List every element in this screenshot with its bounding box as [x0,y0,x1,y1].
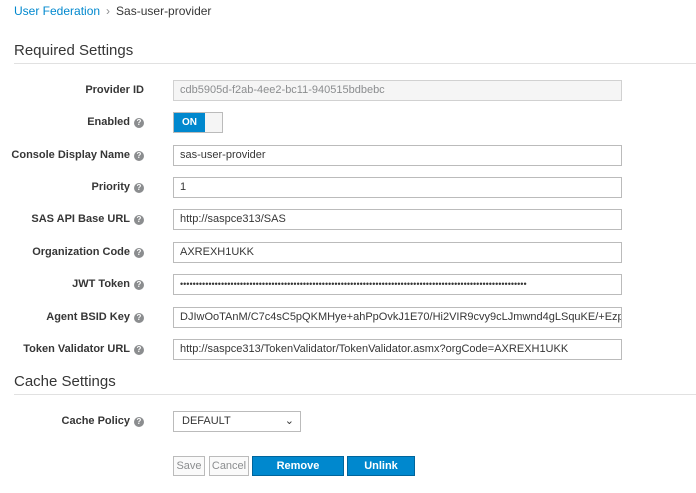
organization-code-input[interactable]: AXREXH1UKK [173,242,622,263]
priority-input[interactable]: 1 [173,177,622,198]
section-divider [14,394,696,395]
breadcrumb-separator: › [106,4,111,18]
help-icon[interactable]: ? [134,313,144,323]
row-token-validator-url: Token Validator URL? http://saspce313/To… [0,339,696,361]
row-agent-bsid-key: Agent BSID Key? DJIwOoTAnM/C7c4sC5pQKMHy… [0,307,696,329]
organization-code-label: Organization Code? [32,246,144,258]
action-buttons: Save Cancel Remove imported Unlink users [0,456,696,490]
jwt-token-label: JWT Token? [72,278,144,290]
remove-imported-button[interactable]: Remove imported [252,456,344,490]
cache-settings-title: Cache Settings [14,373,116,390]
token-validator-url-input[interactable]: http://saspce313/TokenValidator/TokenVal… [173,339,622,360]
token-validator-url-label: Token Validator URL? [23,343,144,355]
help-icon[interactable]: ? [134,280,144,290]
chevron-down-icon: ⌄ [284,415,294,427]
help-icon[interactable]: ? [134,345,144,355]
breadcrumb-user-federation-link[interactable]: User Federation [14,4,100,18]
row-console-display-name: Console Display Name? sas-user-provider [0,145,696,167]
enabled-toggle[interactable]: ON [173,112,223,133]
sas-api-base-url-label: SAS API Base URL? [31,213,144,225]
help-icon[interactable]: ? [134,215,144,225]
sas-api-base-url-input[interactable]: http://saspce313/SAS [173,209,622,230]
unlink-users-button[interactable]: Unlink users [347,456,415,490]
help-icon[interactable]: ? [134,118,144,128]
jwt-token-input[interactable]: ••••••••••••••••••••••••••••••••••••••••… [173,274,622,295]
row-provider-id: Provider ID cdb5905d-f2ab-4ee2-bc11-9405… [0,80,696,102]
help-icon[interactable]: ? [134,248,144,258]
console-display-name-label: Console Display Name? [11,149,144,161]
row-priority: Priority? 1 [0,177,696,199]
section-divider [14,63,696,64]
enabled-label: Enabled? [87,116,144,128]
row-jwt-token: JWT Token? •••••••••••••••••••••••••••••… [0,274,696,296]
console-display-name-input[interactable]: sas-user-provider [173,145,622,166]
row-organization-code: Organization Code? AXREXH1UKK [0,242,696,264]
cancel-button[interactable]: Cancel [209,456,249,476]
row-enabled: Enabled? ON [0,112,696,134]
save-button[interactable]: Save [173,456,205,476]
cache-policy-label: Cache Policy? [62,415,144,427]
agent-bsid-key-input[interactable]: DJIwOoTAnM/C7c4sC5pQKMHye+ahPpOvkJ1E70/H… [173,307,622,328]
cache-policy-select[interactable]: DEFAULT ⌄ [173,411,301,432]
cache-policy-value: DEFAULT [182,415,231,427]
row-cache-policy: Cache Policy? DEFAULT ⌄ [0,411,696,433]
help-icon[interactable]: ? [134,151,144,161]
required-settings-title: Required Settings [14,42,134,59]
enabled-toggle-on: ON [174,113,205,132]
agent-bsid-key-label: Agent BSID Key? [46,311,144,323]
provider-id-label: Provider ID [85,84,144,96]
provider-id-field: cdb5905d-f2ab-4ee2-bc11-940515bdbebc [173,80,622,101]
help-icon[interactable]: ? [134,417,144,427]
breadcrumb: User Federation › Sas-user-provider [14,4,211,18]
help-icon[interactable]: ? [134,183,144,193]
priority-label: Priority? [91,181,144,193]
breadcrumb-current: Sas-user-provider [116,4,212,18]
row-sas-api-base-url: SAS API Base URL? http://saspce313/SAS [0,209,696,231]
